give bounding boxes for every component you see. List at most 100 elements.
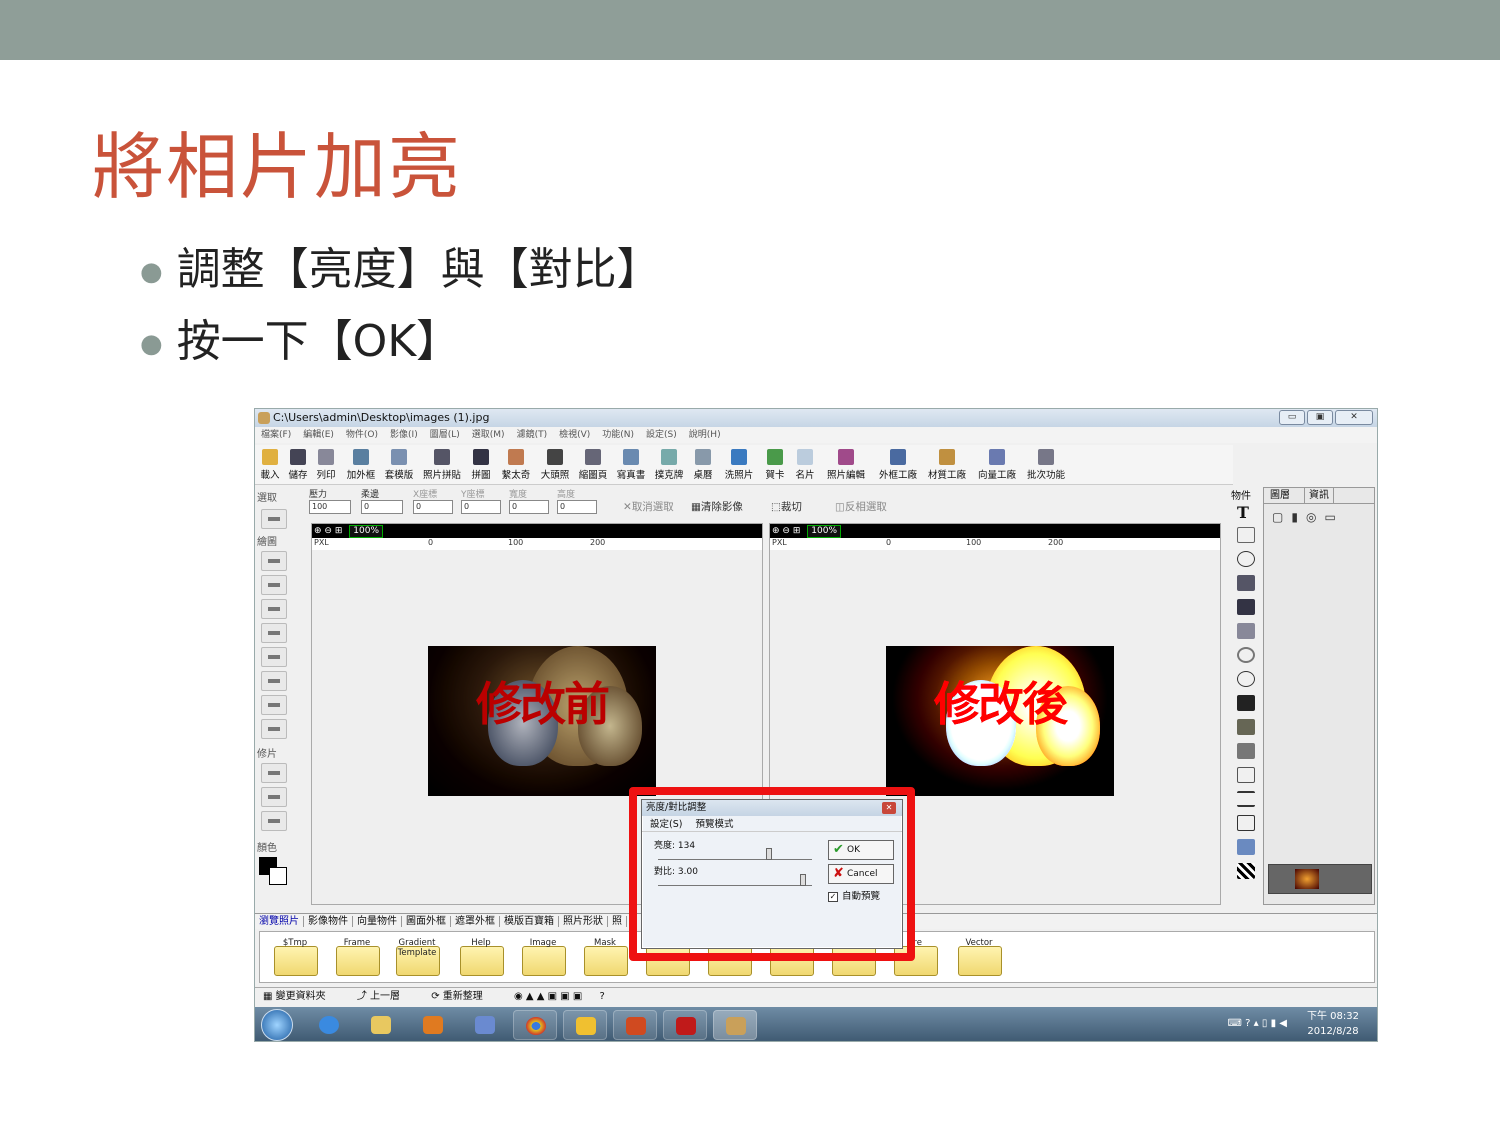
- toolbar-batch-button[interactable]: 批次功能: [1023, 445, 1069, 485]
- marquee-tool[interactable]: [261, 509, 287, 529]
- tab-photo-shapes[interactable]: 照片形狀: [559, 916, 608, 927]
- layer-object-icon[interactable]: [1237, 623, 1255, 639]
- toolbar-card-button[interactable]: 賀卡: [761, 445, 789, 485]
- menu-object[interactable]: 物件(O): [346, 427, 378, 443]
- toolbar-idphoto-button[interactable]: 大頭照: [537, 445, 573, 485]
- eraser-tool[interactable]: [261, 575, 287, 595]
- menu-settings[interactable]: 設定(S): [646, 427, 677, 443]
- pressure-input[interactable]: 100: [309, 500, 351, 514]
- merge-icon[interactable]: ◎: [1306, 510, 1324, 524]
- text-tool-icon[interactable]: T: [1237, 503, 1255, 522]
- system-clock[interactable]: 下午 08:32 2012/8/28: [1307, 1009, 1359, 1039]
- toolbar-template-button[interactable]: 套模版: [381, 445, 417, 485]
- feather-input[interactable]: 0: [361, 500, 403, 514]
- folder-item[interactable]: Mask: [576, 936, 636, 980]
- blur-tool[interactable]: [261, 763, 287, 783]
- zoom-in-icon[interactable]: ⊕: [314, 526, 322, 536]
- pattern-icon[interactable]: [1237, 863, 1255, 879]
- background-color-swatch[interactable]: [269, 867, 287, 885]
- toolbar-photoedit-button[interactable]: 照片編輯: [821, 445, 871, 485]
- window-titlebar[interactable]: C:\Users\admin\Desktop\images (1).jpg ▭ …: [255, 409, 1377, 427]
- powerpoint-taskbar-button[interactable]: [613, 1010, 657, 1040]
- view-icons[interactable]: ◉ ▲ ▲ ▣ ▣ ▣: [514, 991, 582, 1002]
- menu-help[interactable]: 說明(H): [689, 427, 721, 443]
- folder-item[interactable]: Vector: [950, 936, 1010, 980]
- keyboard-icon[interactable]: ⌨: [1228, 1018, 1242, 1029]
- toolbar-puzzle-button[interactable]: 拼圖: [467, 445, 495, 485]
- tab-layers[interactable]: 圖層: [1270, 488, 1290, 504]
- toolbar-vectorfactory-button[interactable]: 向量工廠: [973, 445, 1021, 485]
- fit-icon[interactable]: ⊞: [793, 526, 801, 536]
- crop-button[interactable]: ⬚裁切: [771, 499, 802, 514]
- zoom-in-icon[interactable]: ⊕: [772, 526, 780, 536]
- acrobat-taskbar-button[interactable]: [663, 1010, 707, 1040]
- toolbar-photobook-button[interactable]: 寫真書: [613, 445, 649, 485]
- menu-view[interactable]: 檢視(V): [559, 427, 590, 443]
- media-taskbar-button[interactable]: [411, 1010, 455, 1040]
- toolbar-calendar-button[interactable]: 桌曆: [689, 445, 717, 485]
- clear-image-button[interactable]: ▦清除影像: [691, 499, 743, 514]
- tab-more[interactable]: 照: [608, 916, 627, 927]
- tab-mask-frames[interactable]: 遮罩外框: [451, 916, 500, 927]
- menu-file[interactable]: 檔案(F): [261, 427, 291, 443]
- close-button[interactable]: ✕: [1335, 410, 1373, 425]
- minimize-button[interactable]: ▭: [1279, 410, 1305, 425]
- app-taskbar-button[interactable]: [463, 1010, 507, 1040]
- menu-layer[interactable]: 圖層(L): [430, 427, 460, 443]
- toolbar-collage-button[interactable]: 照片拼貼: [419, 445, 465, 485]
- invert-select-button[interactable]: ◫反相選取: [835, 499, 887, 514]
- explorer-taskbar-button[interactable]: [359, 1010, 403, 1040]
- cancel-select-button[interactable]: ✕取消選取: [623, 499, 674, 514]
- refresh-button[interactable]: ⟳ 重新整理: [431, 991, 497, 1002]
- textbox-tool-icon[interactable]: [1237, 527, 1255, 543]
- height-input[interactable]: 0: [557, 500, 597, 514]
- monitor-icon[interactable]: ▭: [1324, 510, 1343, 524]
- exif-icon[interactable]: [1237, 695, 1255, 711]
- stamp-tool[interactable]: [261, 623, 287, 643]
- toolbar-save-button[interactable]: 儲存: [285, 445, 311, 485]
- start-button[interactable]: [261, 1009, 293, 1041]
- arrow-right-icon[interactable]: [1237, 815, 1255, 831]
- tab-template-box[interactable]: 模版百寶箱: [500, 916, 559, 927]
- pencil-tool[interactable]: [261, 599, 287, 619]
- clock-icon[interactable]: [1237, 671, 1255, 687]
- arrows-icon[interactable]: [1237, 791, 1255, 807]
- menu-image[interactable]: 影像(I): [390, 427, 418, 443]
- abc-stamp-tool-icon[interactable]: [1237, 551, 1255, 567]
- battery-icon[interactable]: ▯: [1262, 1018, 1268, 1029]
- smudge-tool[interactable]: [261, 787, 287, 807]
- signal-icon[interactable]: ▮: [1271, 1018, 1277, 1029]
- toolbar-poker-button[interactable]: 撲克牌: [651, 445, 687, 485]
- tab-info[interactable]: 資訊: [1304, 488, 1334, 504]
- zoom-out-icon[interactable]: ⊖: [782, 526, 790, 536]
- photoimpact-taskbar-button[interactable]: [713, 1010, 757, 1040]
- calendar-object-icon[interactable]: [1237, 743, 1255, 759]
- toolbar-print-button[interactable]: 列印: [313, 445, 339, 485]
- tab-picture-frames[interactable]: 圖面外框: [402, 916, 451, 927]
- new-layer-icon[interactable]: ▢: [1272, 510, 1291, 524]
- help-icon[interactable]: ?: [1245, 1018, 1250, 1029]
- tab-browse-photos[interactable]: 瀏覽照片: [255, 916, 304, 927]
- redeye-tool[interactable]: [261, 811, 287, 831]
- folder-item[interactable]: Help: [452, 936, 512, 980]
- fill-tool[interactable]: [261, 647, 287, 667]
- ie-taskbar-button[interactable]: [307, 1010, 351, 1040]
- menu-filter[interactable]: 濾鏡(T): [517, 427, 548, 443]
- y-input[interactable]: 0: [461, 500, 501, 514]
- tab-vector-objects[interactable]: 向量物件: [353, 916, 402, 927]
- toolbar-printphoto-button[interactable]: 洗照片: [719, 445, 759, 485]
- menu-select[interactable]: 選取(M): [472, 427, 505, 443]
- menu-edit[interactable]: 編輯(E): [303, 427, 334, 443]
- folder-item[interactable]: Frame: [328, 936, 388, 980]
- speech-bubble-icon[interactable]: [1237, 767, 1255, 783]
- toolbar-frame-button[interactable]: 加外框: [343, 445, 379, 485]
- toolbar-framefactory-button[interactable]: 外框工廠: [873, 445, 923, 485]
- chrome-taskbar-button[interactable]: [513, 1010, 557, 1040]
- cake-icon[interactable]: [1237, 719, 1255, 735]
- maximize-button[interactable]: ▣: [1307, 410, 1333, 425]
- image-object-icon[interactable]: [1237, 575, 1255, 591]
- folder-item[interactable]: Image: [514, 936, 574, 980]
- rectangle-tool[interactable]: [261, 719, 287, 739]
- volume-icon[interactable]: ◀: [1279, 1018, 1287, 1029]
- star-icon[interactable]: [1237, 839, 1255, 855]
